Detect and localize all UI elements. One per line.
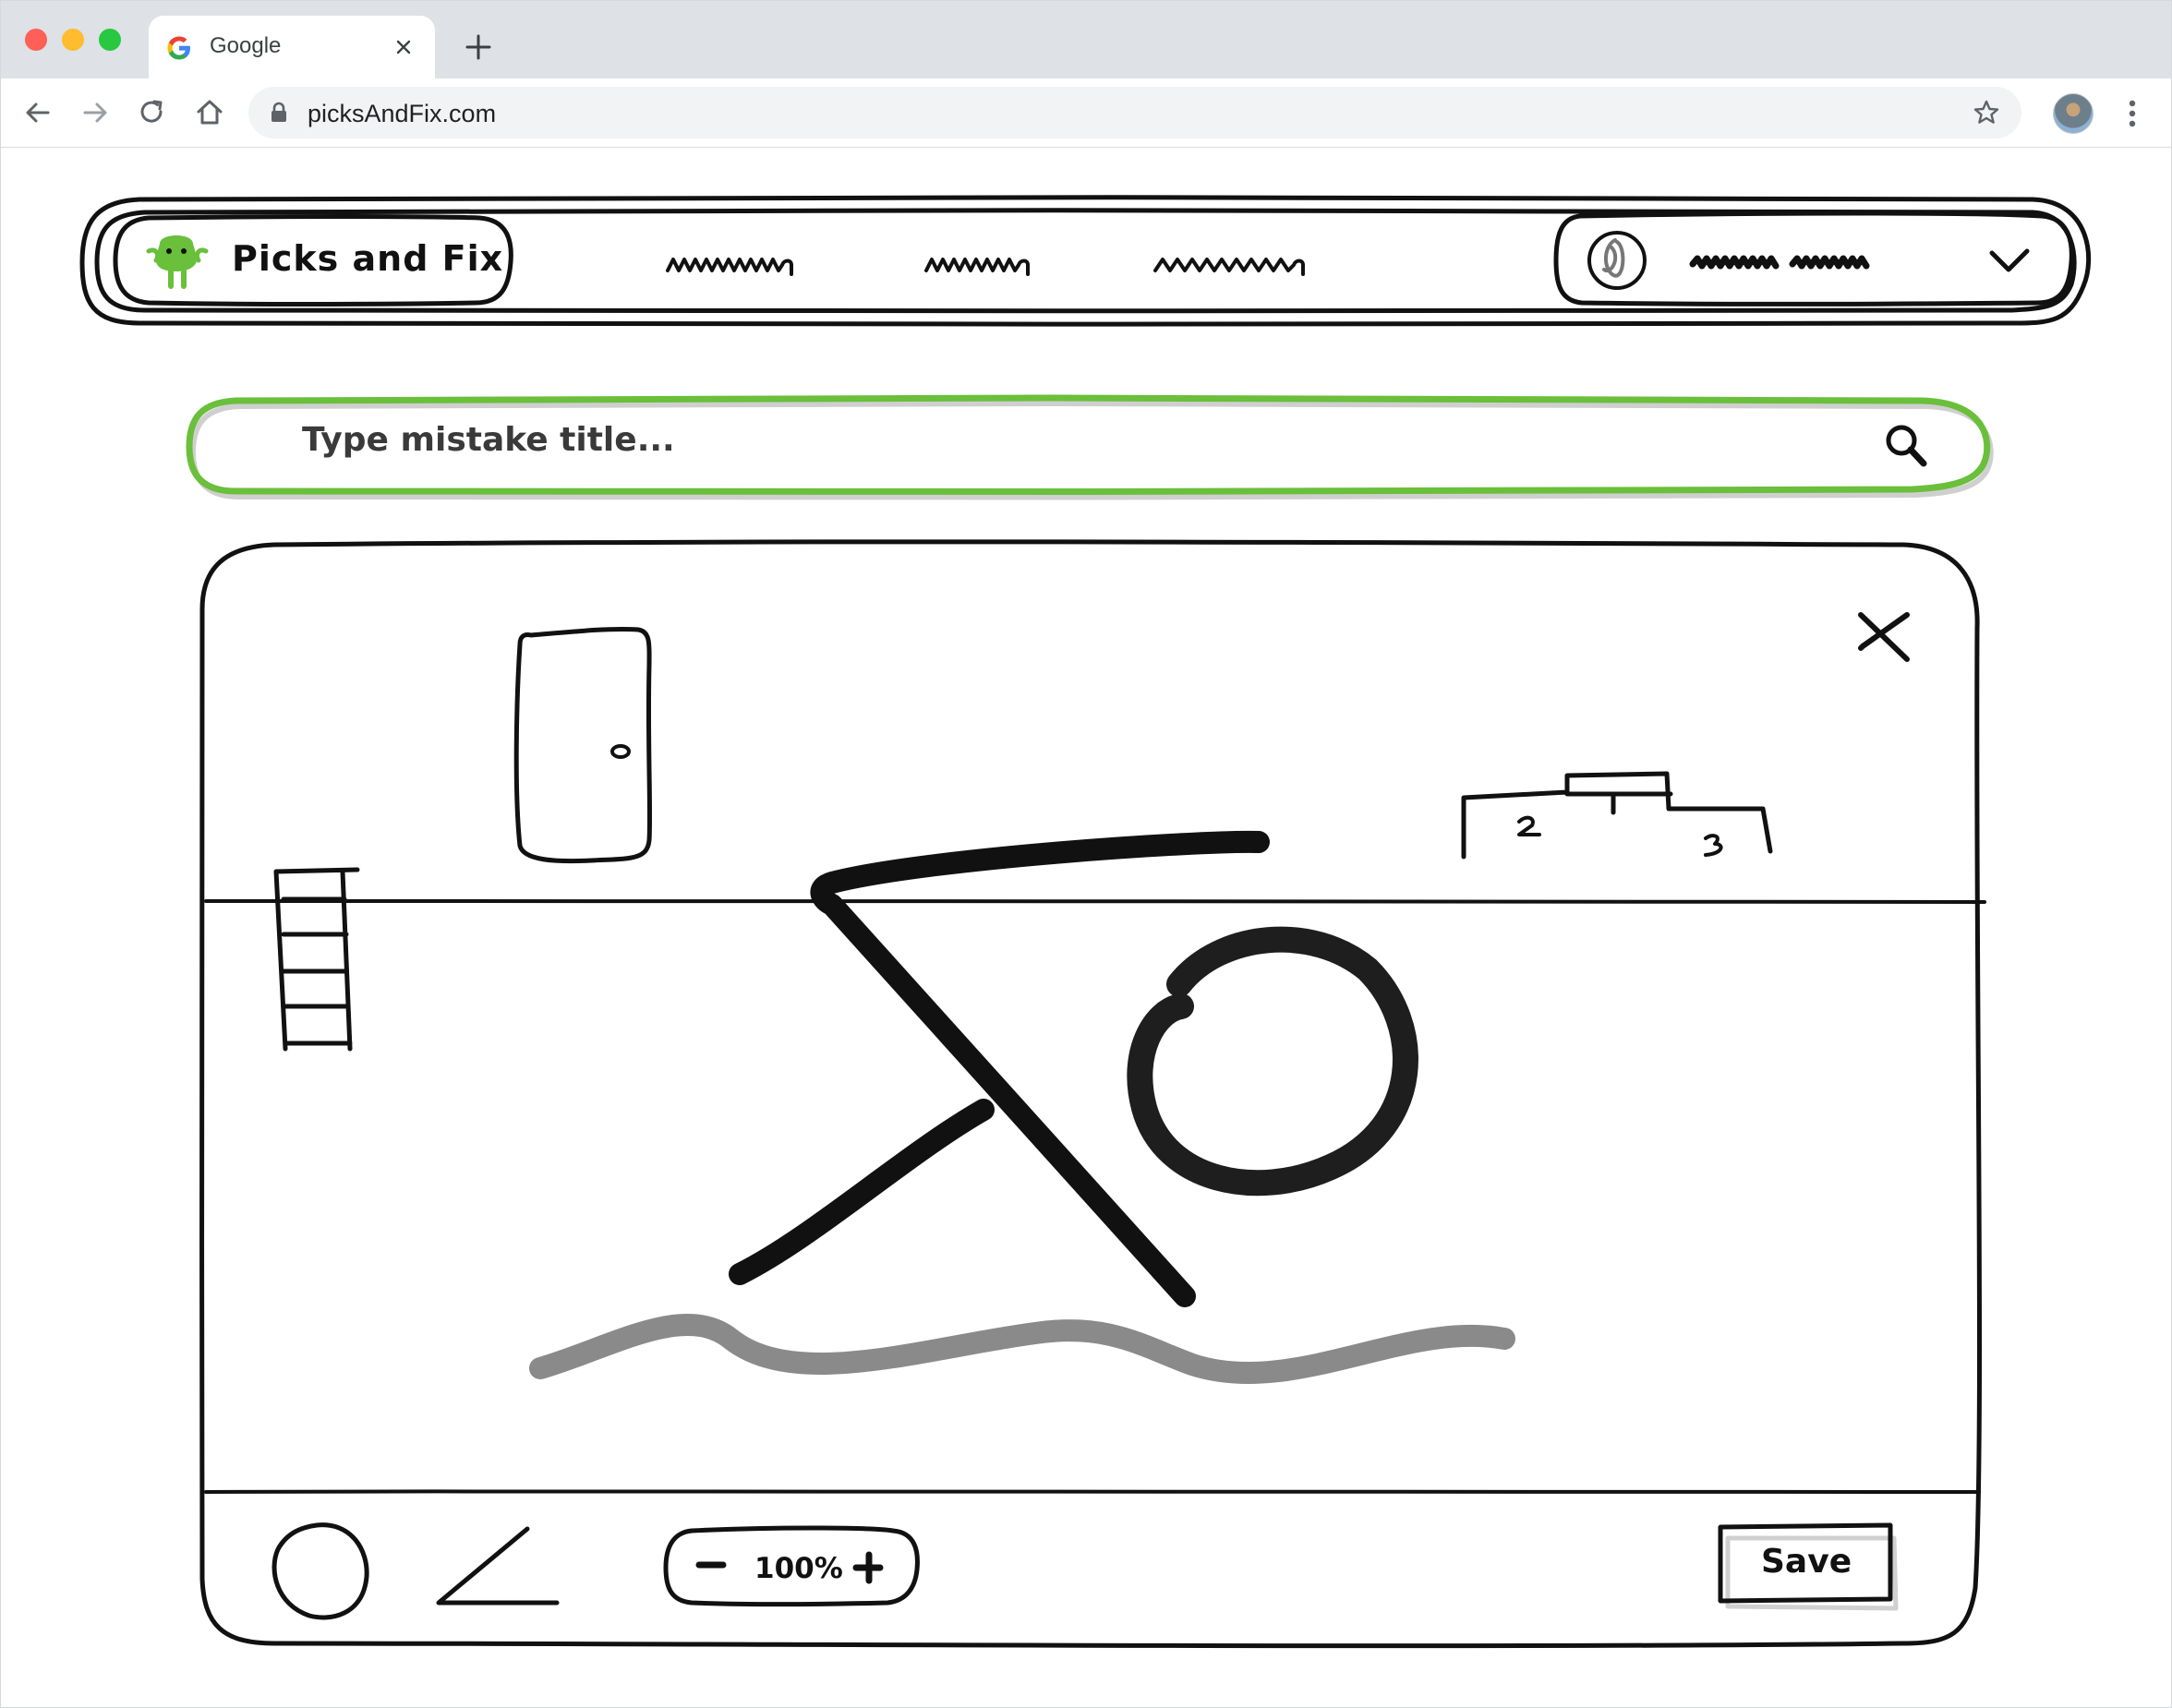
tab-close-icon[interactable] xyxy=(391,34,416,60)
window-minimize-button[interactable] xyxy=(62,29,84,51)
podium-drawing xyxy=(1461,771,1773,860)
browser-menu-icon[interactable] xyxy=(2116,95,2149,132)
nav-link-1[interactable] xyxy=(666,258,793,276)
close-icon[interactable] xyxy=(1858,612,1910,662)
tab-strip: Google xyxy=(1,1,2171,78)
window-close-button[interactable] xyxy=(25,29,47,51)
sketch-canvas xyxy=(79,195,2092,1649)
diving-board-drawing xyxy=(729,830,1270,1307)
back-icon[interactable] xyxy=(21,96,54,129)
address-bar[interactable]: picksAndFix.com xyxy=(248,87,2021,138)
search-icon[interactable] xyxy=(1886,425,1927,467)
nav-link-3[interactable] xyxy=(1153,258,1305,276)
drawing-canvas[interactable] xyxy=(199,539,1986,1649)
brand-logo-icon xyxy=(146,235,209,289)
nav-link-2[interactable] xyxy=(924,258,1030,276)
url-text: picksAndFix.com xyxy=(308,100,497,127)
forward-icon[interactable] xyxy=(78,96,112,129)
user-name-scribble xyxy=(1689,255,1870,270)
search-input[interactable]: Type mistake title... xyxy=(302,421,675,459)
zoom-level: 100% xyxy=(754,1552,843,1585)
browser-window: Google picksAndFix.com Picks and Fix Typ… xyxy=(0,0,2172,1708)
brand-name: Picks and Fix xyxy=(232,238,504,279)
user-menu[interactable] xyxy=(1553,210,2074,307)
chevron-down-icon[interactable] xyxy=(1989,248,2030,272)
circle-tool-icon[interactable] xyxy=(272,1522,369,1620)
home-icon[interactable] xyxy=(193,96,226,129)
door-drawing xyxy=(513,626,653,864)
save-button-label[interactable]: Save xyxy=(1761,1543,1852,1581)
window-maximize-button[interactable] xyxy=(99,29,121,51)
ladder-drawing xyxy=(273,867,360,1052)
lock-icon xyxy=(272,102,286,122)
zoom-in-icon[interactable] xyxy=(852,1551,884,1584)
ball-drawing xyxy=(1127,926,1418,1197)
google-favicon-icon xyxy=(167,36,190,60)
browser-toolbar: picksAndFix.com xyxy=(1,78,2171,148)
profile-avatar[interactable] xyxy=(2053,93,2094,134)
tab-title: Google xyxy=(210,33,282,58)
bookmark-star-icon[interactable] xyxy=(1972,98,2001,127)
new-tab-icon[interactable] xyxy=(463,31,494,63)
water-wave-drawing xyxy=(529,1314,1515,1384)
browser-tab[interactable]: Google xyxy=(149,16,435,78)
reload-icon[interactable] xyxy=(136,96,169,129)
page-content: Picks and Fix Type mistake title... 100%… xyxy=(1,148,2171,1707)
line-tool-icon[interactable] xyxy=(436,1526,560,1606)
